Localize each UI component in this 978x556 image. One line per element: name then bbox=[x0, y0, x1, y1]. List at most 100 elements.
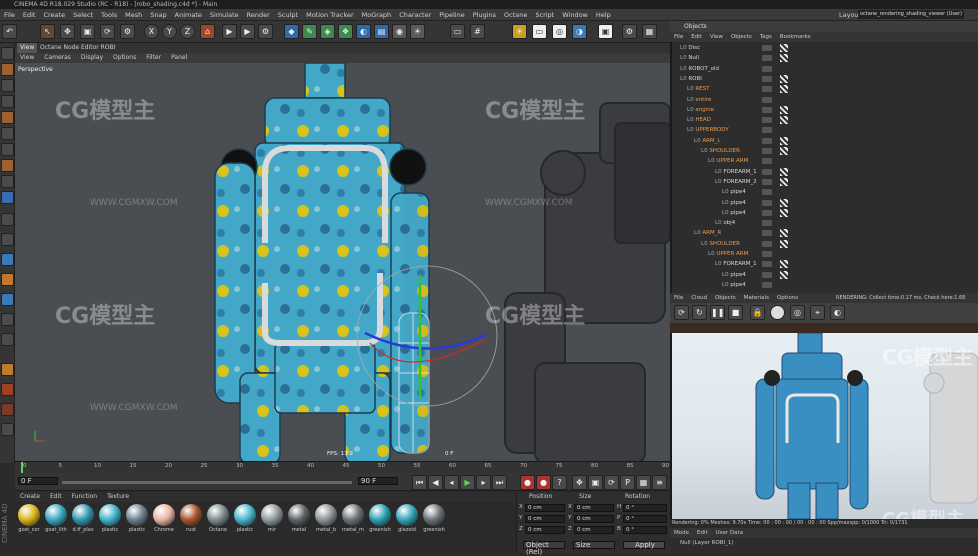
octane-sun-icon[interactable]: ☀ bbox=[512, 24, 527, 39]
menu-animate[interactable]: Animate bbox=[171, 9, 206, 21]
size-field[interactable]: 0 cm bbox=[574, 526, 614, 534]
obj-menu-bookmarks[interactable]: Bookmarks bbox=[776, 32, 815, 42]
vp-menu-display[interactable]: Display bbox=[76, 53, 108, 63]
floor-icon[interactable]: ▭ bbox=[450, 24, 465, 39]
menu-snap[interactable]: Snap bbox=[146, 9, 170, 21]
key-pla-icon[interactable]: ▦ bbox=[636, 475, 651, 490]
material-tag-icon[interactable] bbox=[780, 229, 788, 238]
mat-menu-texture[interactable]: Texture bbox=[102, 492, 134, 502]
array-icon[interactable]: ❖ bbox=[338, 24, 353, 39]
camera-icon[interactable]: ◉ bbox=[392, 24, 407, 39]
render-settings-icon[interactable]: ⚙ bbox=[258, 24, 273, 39]
size-field[interactable]: 0 cm bbox=[574, 515, 614, 523]
vp-menu-filter[interactable]: Filter bbox=[141, 53, 166, 63]
visibility-toggle[interactable] bbox=[762, 261, 772, 268]
live-select-icon[interactable]: ↖ bbox=[40, 24, 55, 39]
material-tag-icon[interactable] bbox=[780, 208, 788, 217]
object-tree-item[interactable]: L0 ROBI bbox=[680, 74, 702, 84]
rv-menu-file[interactable]: File bbox=[670, 293, 687, 303]
workplane-icon[interactable] bbox=[1, 111, 14, 124]
scale-icon[interactable]: ▣ bbox=[80, 24, 95, 39]
grid-icon[interactable]: # bbox=[470, 24, 485, 39]
key-scale-icon[interactable]: ▣ bbox=[588, 475, 603, 490]
position-field[interactable]: 0 cm bbox=[525, 526, 565, 534]
visibility-toggle[interactable] bbox=[762, 230, 772, 237]
octane-light-icon[interactable]: ▭ bbox=[532, 24, 547, 39]
autokey-icon[interactable]: ● bbox=[536, 475, 551, 490]
menu-pipeline[interactable]: Pipeline bbox=[435, 9, 468, 21]
menu-help[interactable]: Help bbox=[592, 9, 615, 21]
visibility-toggle[interactable] bbox=[762, 251, 772, 257]
points-mode-icon[interactable] bbox=[1, 127, 14, 140]
menu-tools[interactable]: Tools bbox=[97, 9, 121, 21]
vp-menu-options[interactable]: Options bbox=[108, 53, 141, 63]
coordinate-system-icon[interactable]: ⌂ bbox=[200, 24, 215, 39]
cube-icon[interactable]: ◆ bbox=[284, 24, 299, 39]
uv-mode-icon[interactable] bbox=[1, 175, 14, 188]
axis-mode-icon[interactable] bbox=[1, 191, 14, 204]
key-selection-icon[interactable]: ? bbox=[552, 475, 567, 490]
sculpt-icon[interactable] bbox=[1, 273, 14, 286]
axis-z-button[interactable]: Z bbox=[180, 24, 195, 39]
obj-menu-objects[interactable]: Objects bbox=[727, 32, 756, 42]
paint-icon[interactable] bbox=[1, 293, 14, 306]
menu-script[interactable]: Script bbox=[531, 9, 558, 21]
object-tree-item[interactable]: L0 pipe4 bbox=[722, 208, 746, 218]
object-tree-item[interactable]: L0 FOREARM_1 bbox=[715, 167, 757, 177]
layout-select[interactable]: octane_rendering_shading_viewer (User) bbox=[858, 10, 965, 19]
object-tree-item[interactable]: L0 SHOULDER bbox=[701, 239, 740, 249]
visibility-toggle[interactable] bbox=[762, 158, 772, 165]
object-tree-item[interactable]: L0 entire bbox=[687, 95, 711, 105]
material-tag-icon[interactable] bbox=[780, 167, 788, 176]
menu-edit[interactable]: Edit bbox=[19, 9, 40, 21]
material-swatch[interactable]: plastic bbox=[125, 504, 149, 533]
restart-render-icon[interactable]: ↻ bbox=[692, 305, 707, 320]
lock-resolution-icon[interactable]: 🔒 bbox=[750, 305, 765, 320]
start-frame-field[interactable]: 0 F bbox=[18, 477, 58, 485]
material-tag-icon[interactable] bbox=[780, 54, 788, 63]
perspective-viewport[interactable]: View Octane Node Editor ROBI View Camera… bbox=[15, 43, 670, 461]
pause-render-icon[interactable]: ❚❚ bbox=[710, 305, 725, 320]
rv-menu-options[interactable]: Options bbox=[773, 293, 802, 303]
menu-sculpt[interactable]: Sculpt bbox=[274, 9, 302, 21]
key-param-icon[interactable]: P bbox=[620, 475, 635, 490]
visibility-toggle[interactable] bbox=[762, 189, 772, 196]
material-tag-icon[interactable] bbox=[780, 116, 788, 125]
menu-render[interactable]: Render bbox=[243, 9, 274, 21]
material-swatch[interactable]: Octane bbox=[206, 504, 230, 533]
axis-y-button[interactable]: Y bbox=[162, 24, 177, 39]
stop-render-icon[interactable]: ■ bbox=[728, 305, 743, 320]
key-pos-icon[interactable]: ✥ bbox=[572, 475, 587, 490]
spline-icon[interactable] bbox=[1, 403, 14, 416]
menu-plugins[interactable]: Plugins bbox=[469, 9, 500, 21]
rv-menu-cloud[interactable]: Cloud bbox=[687, 293, 711, 303]
pick-material-icon[interactable]: ⌖ bbox=[810, 305, 825, 320]
attr-menu-mode[interactable]: Mode bbox=[670, 530, 693, 536]
octane-sphere-icon[interactable]: ◎ bbox=[552, 24, 567, 39]
material-tag-icon[interactable] bbox=[780, 136, 788, 145]
material-tag-icon[interactable] bbox=[780, 147, 788, 155]
object-tree-item[interactable]: L0 ROBOT_old bbox=[680, 64, 719, 74]
play-icon[interactable]: ▶ bbox=[460, 475, 475, 490]
octane-camera-icon[interactable]: ▣ bbox=[598, 24, 613, 39]
coord-size-select[interactable]: Size bbox=[573, 541, 615, 549]
object-tree-item[interactable]: L0 FOREARM_2 bbox=[715, 177, 757, 187]
material-tag-icon[interactable] bbox=[780, 105, 788, 114]
position-field[interactable]: 0 cm bbox=[525, 515, 565, 523]
visibility-toggle[interactable] bbox=[762, 117, 772, 124]
pen-icon[interactable]: ✎ bbox=[302, 24, 317, 39]
visibility-toggle[interactable] bbox=[762, 55, 772, 62]
visibility-toggle[interactable] bbox=[762, 271, 772, 278]
object-tree-item[interactable]: L0 HEAD bbox=[687, 115, 711, 125]
polygons-mode-icon[interactable] bbox=[1, 159, 14, 172]
menu-character[interactable]: Character bbox=[395, 9, 435, 21]
solo-icon[interactable] bbox=[1, 313, 14, 326]
menu-window[interactable]: Window bbox=[558, 9, 592, 21]
material-swatch[interactable]: Chrome bbox=[152, 504, 176, 533]
recent-icon[interactable]: ⚙ bbox=[120, 24, 135, 39]
material-tag-icon[interactable] bbox=[780, 198, 788, 207]
record-icon[interactable]: ● bbox=[520, 475, 535, 490]
visibility-toggle[interactable] bbox=[762, 137, 772, 144]
key-rot-icon[interactable]: ⟳ bbox=[604, 475, 619, 490]
goto-end-icon[interactable]: ⏭ bbox=[492, 475, 507, 490]
